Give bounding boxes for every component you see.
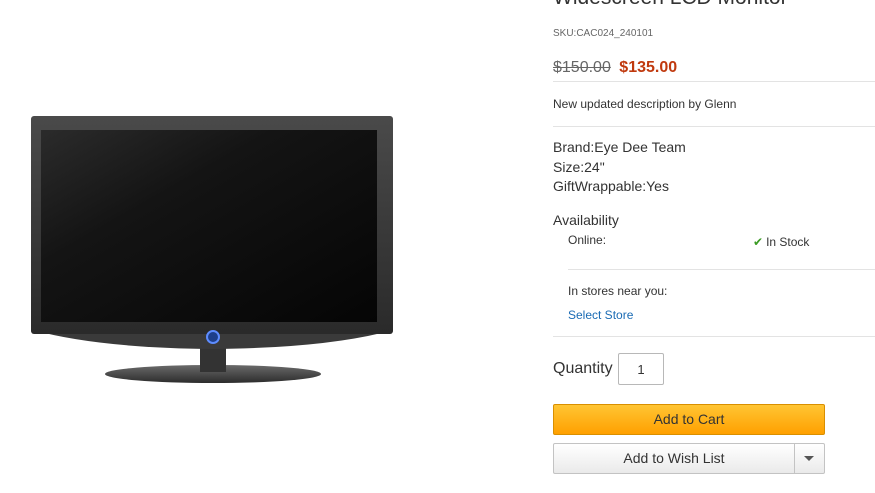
add-to-cart-button[interactable]: Add to Cart [553, 404, 825, 435]
old-price: $150.00 [553, 59, 611, 76]
product-sku: SKU:CAC024_240101 [553, 28, 654, 39]
caret-down-icon [804, 456, 814, 461]
attribute-giftwrappable: GiftWrappable:Yes [553, 178, 669, 194]
product-attributes: Brand:Eye Dee Team Size:24" GiftWrappabl… [553, 138, 686, 197]
product-image[interactable] [28, 112, 398, 392]
sale-price: $135.00 [619, 59, 678, 76]
check-icon: ✔ [753, 235, 764, 249]
divider [553, 126, 875, 127]
in-stock-label: In Stock [766, 235, 810, 249]
attribute-brand: Brand:Eye Dee Team [553, 139, 686, 155]
stores-label: In stores near you: [568, 284, 668, 298]
add-to-wish-list-button[interactable]: Add to Wish List [554, 444, 794, 473]
online-status: ✔ In Stock [753, 235, 809, 249]
select-store-link[interactable]: Select Store [568, 308, 633, 322]
price-row: $150.00 $135.00 [553, 59, 677, 77]
add-to-wish-list-button-group: Add to Wish List [553, 443, 825, 474]
availability-heading: Availability [553, 212, 619, 228]
product-title: Widescreen LCD Monitor [553, 0, 788, 10]
wish-list-dropdown-button[interactable] [795, 444, 824, 473]
product-description: New updated description by Glenn [553, 97, 737, 111]
online-label: Online: [568, 233, 607, 247]
attribute-size: Size:24" [553, 158, 605, 175]
divider [553, 81, 875, 82]
quantity-input[interactable] [618, 353, 664, 385]
quantity-label: Quantity [553, 360, 613, 377]
divider [553, 336, 875, 337]
divider [568, 269, 875, 270]
monitor-image [31, 116, 393, 383]
